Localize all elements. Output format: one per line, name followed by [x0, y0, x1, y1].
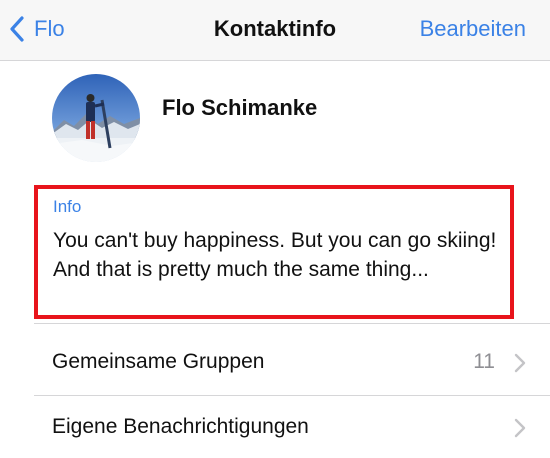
- profile-header: Flo Schimanke: [0, 61, 550, 179]
- avatar[interactable]: [52, 74, 140, 162]
- contact-name: Flo Schimanke: [162, 95, 318, 120]
- divider: [34, 323, 550, 324]
- back-label: Flo: [34, 16, 65, 41]
- row-count: 11: [473, 350, 495, 373]
- contact-info-screen: Flo Kontaktinfo Bearbeiten Flo Schimanke…: [0, 0, 550, 458]
- chevron-right-icon: [514, 353, 526, 378]
- row-common-groups[interactable]: Gemeinsame Gruppen 11: [0, 330, 550, 396]
- back-button[interactable]: Flo: [10, 10, 65, 48]
- chevron-right-icon: [514, 418, 526, 443]
- navigation-bar: Flo Kontaktinfo Bearbeiten: [0, 0, 550, 61]
- row-label: Eigene Benachrichtigungen: [52, 415, 309, 438]
- chevron-left-icon: [10, 16, 24, 42]
- row-label: Gemeinsame Gruppen: [52, 350, 265, 373]
- info-section-highlighted: Info You can't buy happiness. But you ca…: [34, 185, 514, 319]
- row-custom-notifications[interactable]: Eigene Benachrichtigungen: [0, 395, 550, 458]
- edit-button[interactable]: Bearbeiten: [420, 16, 526, 42]
- info-label: Info: [53, 197, 82, 216]
- info-text: You can't buy happiness. But you can go …: [53, 229, 497, 281]
